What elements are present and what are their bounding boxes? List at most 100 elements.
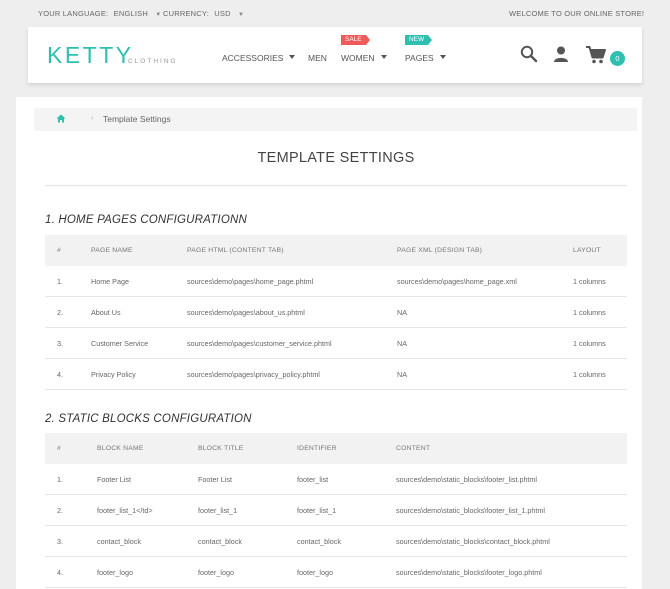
table-row: 1. Footer List Footer List footer_list s… [45, 464, 627, 495]
table-cell: footer_logo [97, 568, 133, 577]
table-header-row: # BLOCK NAME BLOCK TITLE IDENTIFIER CONT… [45, 433, 627, 464]
table-cell: Footer List [97, 475, 131, 484]
search-icon[interactable] [520, 45, 538, 63]
table-row: 2. footer_list_1</td> footer_list_1 foot… [45, 495, 627, 526]
static-blocks-table: # BLOCK NAME BLOCK TITLE IDENTIFIER CONT… [45, 433, 627, 588]
table-row: 4. Privacy Policy sources\demo\pages\pri… [45, 359, 627, 390]
user-icon[interactable] [553, 45, 569, 63]
table-cell: NA [397, 339, 407, 348]
nav-accessories-label: ACCESSORIES [222, 53, 284, 63]
column-header: BLOCK TITLE [198, 445, 244, 452]
currency-label: CURRENCY: [163, 9, 209, 18]
table-cell: 1 columns [573, 339, 606, 348]
currency-selector[interactable]: CURRENCY: USD ▼ [163, 9, 244, 18]
column-header: PAGE HTML (CONTENT TAB) [187, 247, 284, 254]
column-header: # [57, 445, 61, 452]
nav-women-label: WOMEN [341, 53, 375, 63]
table-cell: sources\demo\pages\customer_service.phtm… [187, 339, 332, 348]
caret-down-icon [380, 54, 387, 59]
chevron-down-icon: ▼ [155, 12, 162, 18]
table-row: 4. footer_logo footer_logo footer_logo s… [45, 557, 627, 588]
table-cell: footer_list_1 [198, 506, 238, 515]
table-cell: sources\demo\static_blocks\contact_block… [396, 537, 550, 546]
language-value[interactable]: ENGLISH [114, 9, 148, 18]
table-cell: sources\demo\static_blocks\footer_logo.p… [396, 568, 542, 577]
section-heading-home-pages: 1. HOME PAGES CONFIGURATIONN [45, 214, 247, 226]
cart-count-badge[interactable]: 0 [610, 51, 625, 66]
welcome-message: WELCOME TO OUR ONLINE STORE! [509, 9, 645, 18]
table-row: 1. Home Page sources\demo\pages\home_pag… [45, 266, 627, 297]
table-cell: footer_list_1 [297, 506, 337, 515]
table-cell: sources\demo\static_blocks\footer_list.p… [396, 475, 538, 484]
table-cell: sources\demo\pages\privacy_policy.phtml [187, 370, 320, 379]
nav-pages[interactable]: PAGES [405, 53, 446, 63]
language-selector[interactable]: YOUR LANGUAGE: ENGLISH ▼ [38, 9, 161, 18]
caret-down-icon [439, 54, 446, 59]
table-row: 3. contact_block contact_block contact_b… [45, 526, 627, 557]
column-header: IDENTIFIER [297, 445, 337, 452]
new-badge: NEW [405, 35, 433, 45]
column-header: PAGE NAME [91, 247, 133, 254]
table-cell: About Us [91, 308, 121, 317]
breadcrumb: › Template Settings [34, 108, 637, 131]
nav-women[interactable]: WOMEN [341, 53, 387, 63]
table-cell: contact_block [297, 537, 341, 546]
logo-tagline: CLOTHING [128, 58, 178, 65]
table-cell: 2. [57, 506, 63, 515]
nav-men[interactable]: MEN [308, 53, 327, 63]
table-cell: 3. [57, 339, 63, 348]
table-cell: NA [397, 370, 407, 379]
top-bar: YOUR LANGUAGE: ENGLISH ▼ CURRENCY: USD ▼… [0, 0, 670, 27]
table-cell: footer_list [297, 475, 329, 484]
page-title: TEMPLATE SETTINGS [257, 150, 415, 166]
sale-badge: SALE [341, 35, 370, 45]
table-cell: NA [397, 308, 407, 317]
home-icon[interactable] [56, 114, 66, 123]
table-cell: Home Page [91, 277, 129, 286]
nav-pages-label: PAGES [405, 53, 434, 63]
table-header-row: # PAGE NAME PAGE HTML (CONTENT TAB) PAGE… [45, 235, 627, 266]
table-cell: 4. [57, 568, 63, 577]
table-cell: 1. [57, 277, 63, 286]
breadcrumb-current: Template Settings [103, 114, 171, 124]
table-cell: sources\demo\pages\about_us.phtml [187, 308, 305, 317]
column-header: # [57, 247, 61, 254]
table-cell: 2. [57, 308, 63, 317]
table-cell: contact_block [198, 537, 242, 546]
column-header: PAGE XML (DESIGN TAB) [397, 247, 483, 254]
chevron-down-icon: ▼ [238, 12, 245, 18]
table-cell: footer_logo [198, 568, 234, 577]
table-cell: Privacy Policy [91, 370, 136, 379]
currency-value[interactable]: USD [214, 9, 230, 18]
section-heading-static-blocks: 2. STATIC BLOCKS CONFIGURATION [45, 413, 252, 425]
column-header: BLOCK NAME [97, 445, 144, 452]
main-content: › Template Settings TEMPLATE SETTINGS 1.… [16, 97, 642, 589]
table-cell: Footer List [198, 475, 232, 484]
table-cell: 3. [57, 537, 63, 546]
table-cell: sources\demo\static_blocks\footer_list_1… [396, 506, 546, 515]
nav-men-label: MEN [308, 53, 327, 63]
home-pages-table: # PAGE NAME PAGE HTML (CONTENT TAB) PAGE… [45, 235, 627, 390]
table-row: 2. About Us sources\demo\pages\about_us.… [45, 297, 627, 328]
table-cell: 1 columns [573, 370, 606, 379]
table-cell: contact_block [97, 537, 141, 546]
table-row: 3. Customer Service sources\demo\pages\c… [45, 328, 627, 359]
cart-icon[interactable] [585, 45, 607, 65]
site-header: KETTY CLOTHING ACCESSORIES MEN SALE WOME… [28, 27, 642, 83]
column-header: CONTENT [396, 445, 431, 452]
table-cell: sources\demo\pages\home_page.phtml [187, 277, 314, 286]
table-cell: Customer Service [91, 339, 149, 348]
table-cell: 1 columns [573, 277, 606, 286]
table-cell: sources\demo\pages\home_page.xml [397, 277, 517, 286]
divider [45, 185, 627, 186]
table-cell: footer_logo [297, 568, 333, 577]
logo[interactable]: KETTY [47, 42, 134, 69]
nav-accessories[interactable]: ACCESSORIES [222, 53, 296, 63]
table-cell: 1 columns [573, 308, 606, 317]
caret-down-icon [289, 54, 296, 59]
table-cell: 1. [57, 475, 63, 484]
language-label: YOUR LANGUAGE: [38, 9, 109, 18]
table-cell: 4. [57, 370, 63, 379]
table-cell: footer_list_1</td> [97, 506, 153, 515]
breadcrumb-separator-icon: › [91, 115, 94, 122]
